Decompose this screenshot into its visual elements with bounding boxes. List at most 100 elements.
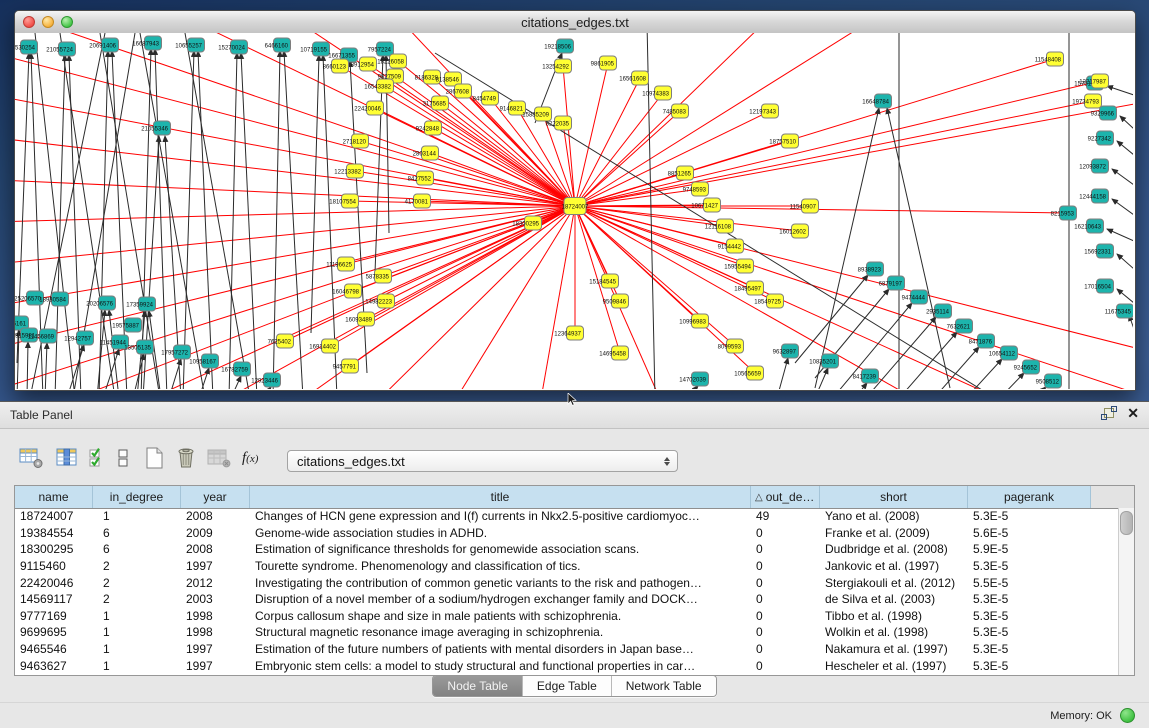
cell-name[interactable]: 22420046 (15, 576, 93, 590)
cell-out_degree[interactable]: 0 (751, 609, 820, 623)
cell-name[interactable]: 19384554 (15, 526, 93, 540)
cell-pagerank[interactable]: 5.5E-5 (968, 576, 1091, 590)
cell-name[interactable]: 9465546 (15, 642, 93, 656)
cell-short[interactable]: Franke et al. (2009) (820, 526, 968, 540)
cell-name[interactable]: 9115460 (15, 559, 93, 573)
cell-name[interactable]: 9777169 (15, 609, 93, 623)
column-header-name[interactable]: name (15, 486, 93, 508)
table-row[interactable]: 969969511998Structural magnetic resonanc… (15, 624, 1119, 641)
function-builder-button[interactable]: f(x) (242, 444, 258, 472)
graph-edge[interactable] (231, 376, 241, 389)
cell-title[interactable]: Disruption of a novel member of a sodium… (250, 592, 751, 606)
graph-edge[interactable] (45, 343, 47, 389)
cell-title[interactable]: Investigating the contribution of common… (250, 576, 751, 590)
graph-edge[interactable] (575, 206, 800, 231)
cell-in_degree[interactable]: 2 (93, 592, 181, 606)
vertical-scrollbar[interactable] (1118, 508, 1134, 675)
graph-edge[interactable] (15, 178, 575, 206)
tab-node-table[interactable]: Node Table (433, 676, 523, 696)
graph-edge[interactable] (386, 206, 575, 301)
cell-in_degree[interactable]: 1 (93, 625, 181, 639)
network-canvas[interactable]: 1153025421055724206914061668794310655257… (15, 33, 1135, 390)
column-header-in_degree[interactable]: in_degree (93, 486, 181, 508)
graph-edge[interactable] (1112, 169, 1133, 185)
cell-year[interactable]: 2012 (181, 576, 250, 590)
cell-out_degree[interactable]: 0 (751, 559, 820, 573)
graph-edge[interactable] (198, 51, 213, 389)
graph-edge[interactable] (777, 358, 788, 389)
cell-short[interactable]: Yano et al. (2008) (820, 509, 968, 523)
cell-short[interactable]: Dudbridge et al. (2008) (820, 542, 968, 556)
cell-year[interactable]: 2008 (181, 509, 250, 523)
table-row[interactable]: 1830029562008Estimation of significance … (15, 541, 1119, 558)
cell-in_degree[interactable]: 1 (93, 642, 181, 656)
cell-year[interactable]: 2003 (181, 592, 250, 606)
cell-title[interactable]: Tourette syndrome. Phenomenology and cla… (250, 559, 751, 573)
cell-out_degree[interactable]: 0 (751, 576, 820, 590)
column-header-title[interactable]: title (250, 486, 751, 508)
cell-out_degree[interactable]: 0 (751, 625, 820, 639)
cell-short[interactable]: de Silva et al. (2003) (820, 592, 968, 606)
deselect-all-button[interactable] (116, 444, 130, 472)
graph-edge[interactable] (15, 206, 575, 358)
window-titlebar[interactable]: citations_edges.txt (15, 11, 1135, 34)
cell-title[interactable]: Embryonic stem cells: a model to study s… (250, 659, 751, 673)
cell-pagerank[interactable]: 5.3E-5 (968, 609, 1091, 623)
cell-title[interactable]: Corpus callosum shape and size in male p… (250, 609, 751, 623)
cell-name[interactable]: 18724007 (15, 509, 93, 523)
graph-edge[interactable] (575, 101, 1093, 206)
graph-edge[interactable] (229, 53, 237, 389)
cell-out_degree[interactable]: 0 (751, 592, 820, 606)
cell-short[interactable]: Tibbo et al. (1998) (820, 609, 968, 623)
cell-in_degree[interactable]: 1 (93, 509, 181, 523)
column-header-pagerank[interactable]: pagerank (968, 486, 1091, 508)
cell-year[interactable]: 2008 (181, 542, 250, 556)
graph-edge[interactable] (575, 111, 770, 206)
table-row[interactable]: 977716911998Corpus callosum shape and si… (15, 608, 1119, 625)
graph-edge[interactable] (1117, 141, 1133, 155)
new-column-button[interactable] (142, 444, 166, 472)
cell-short[interactable]: Jankovic et al. (1997) (820, 559, 968, 573)
cell-title[interactable]: Changes of HCN gene expression and I(f) … (250, 509, 751, 523)
graph-edge[interactable] (27, 342, 28, 389)
cell-name[interactable]: 18300295 (15, 542, 93, 556)
cell-pagerank[interactable]: 5.3E-5 (968, 625, 1091, 639)
select-all-button[interactable] (88, 444, 108, 472)
graph-edge[interactable] (647, 33, 655, 389)
column-header-short[interactable]: short (820, 486, 968, 508)
table-row[interactable]: 2242004622012Investigating the contribut… (15, 574, 1119, 591)
cell-short[interactable]: Hescheler et al. (1997) (820, 659, 968, 673)
graph-edge[interactable] (575, 33, 915, 206)
cell-short[interactable]: Stergiakouli et al. (2012) (820, 576, 968, 590)
table-row[interactable]: 946554611997Estimation of the future num… (15, 641, 1119, 658)
cell-pagerank[interactable]: 5.6E-5 (968, 526, 1091, 540)
cell-year[interactable]: 1998 (181, 625, 250, 639)
graph-edge[interactable] (575, 206, 1133, 363)
graph-edge[interactable] (795, 275, 868, 363)
delete-table-button[interactable] (206, 444, 232, 472)
graph-edge[interactable] (241, 53, 257, 389)
table-options-button[interactable] (18, 444, 44, 472)
cell-out_degree[interactable]: 49 (751, 509, 820, 523)
graph-edge[interactable] (430, 153, 575, 206)
cell-out_degree[interactable]: 0 (751, 659, 820, 673)
graph-edge[interactable] (575, 78, 640, 206)
cell-in_degree[interactable]: 6 (93, 542, 181, 556)
cell-title[interactable]: Estimation of the future numbers of pati… (250, 642, 751, 656)
cell-pagerank[interactable]: 5.3E-5 (968, 642, 1091, 656)
graph-edge[interactable] (535, 206, 575, 389)
cell-pagerank[interactable]: 5.9E-5 (968, 542, 1091, 556)
scrollbar-thumb[interactable] (1120, 511, 1133, 535)
cell-out_degree[interactable]: 0 (751, 642, 820, 656)
cell-short[interactable]: Nakamura et al. (1997) (820, 642, 968, 656)
graph-edge[interactable] (1120, 116, 1133, 129)
cell-title[interactable]: Estimation of significance thresholds fo… (250, 542, 751, 556)
cell-in_degree[interactable]: 2 (93, 559, 181, 573)
graph-edge[interactable] (1107, 86, 1133, 95)
cell-pagerank[interactable]: 5.3E-5 (968, 559, 1091, 573)
column-header-year[interactable]: year (181, 486, 250, 508)
cell-year[interactable]: 1997 (181, 642, 250, 656)
graph-edge[interactable] (185, 33, 250, 389)
cell-name[interactable]: 9463627 (15, 659, 93, 673)
graph-edge[interactable] (15, 88, 575, 206)
